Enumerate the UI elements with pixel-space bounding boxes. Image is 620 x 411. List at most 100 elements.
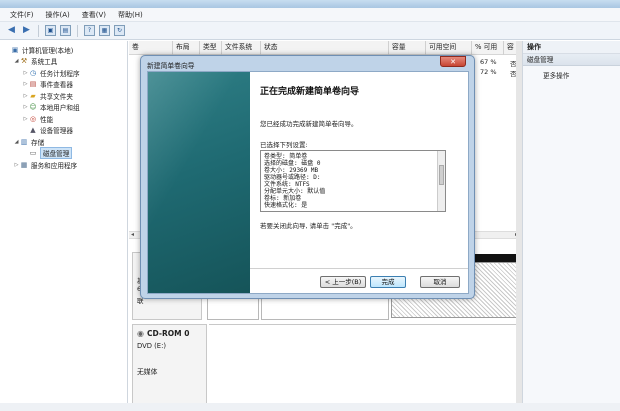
navigation-tree: ▣ 计算机管理(本地) ◢ ⚒ 系统工具 ▷ ◷ 任务计划程序 ▷ ▤ 事件查看器 ▷ ▰ 共享文件夹 ▷ ☺… [0, 41, 128, 411]
folder-icon: ▰ [30, 91, 36, 100]
wizard-settings-list[interactable]: 卷类型: 简单卷 选择的磁盘: 磁盘 0 卷大小: 29369 MB 驱动器号或路径:… [260, 150, 446, 212]
settings-scrollbar[interactable] [437, 151, 445, 211]
forward-arrow-icon[interactable]: ▶ [21, 25, 32, 36]
more-actions-link[interactable]: 更多操作 [523, 70, 620, 80]
cdrom-title-text: CD-ROM 0 [146, 329, 190, 338]
event-icon: ▤ [29, 80, 37, 89]
toolbar-separator [38, 24, 39, 37]
settings-lines: 卷类型: 简单卷 选择的磁盘: 磁盘 0 卷大小: 29369 MB 驱动器号或路径:… [264, 153, 325, 209]
cdrom-title: ◉ CD-ROM 0 [137, 329, 202, 338]
col-volume[interactable]: 卷 [129, 41, 173, 55]
wizard-close-button[interactable]: ✕ [440, 56, 466, 67]
col-filesystem[interactable]: 文件系统 [222, 41, 261, 55]
col-free-space[interactable]: 可用空间 [426, 41, 472, 55]
menu-bar: 文件(F) 操作(A) 查看(V) 帮助(H) [0, 8, 620, 22]
clock-icon: ◷ [29, 68, 37, 77]
tree-item-label: 事件查看器 [40, 81, 73, 90]
col-capacity[interactable]: 容量 [389, 41, 426, 55]
cdrom-drive: DVD (E:) [137, 342, 167, 350]
tree-item[interactable]: ▷ ▰ 共享文件夹 [0, 90, 127, 102]
tree-item-label: 设备管理器 [40, 127, 73, 136]
percent-free-value: 67 % [480, 58, 497, 66]
tree-item-label: 存储 [31, 138, 45, 147]
expand-arrow-icon[interactable]: ◢ [13, 139, 20, 145]
col-layout[interactable]: 布局 [173, 41, 200, 55]
wizard-body: 正在完成新建简单卷向导 您已经成功完成新建简单卷向导。 已选择下列设置: 卷类型… [147, 71, 469, 294]
tree-item[interactable]: ▭ 磁盘管理 [0, 147, 127, 160]
toolbar-separator [77, 24, 78, 37]
expand-arrow-icon[interactable]: ▷ [22, 104, 29, 110]
menu-action[interactable]: 操作(A) [46, 10, 70, 20]
menu-file[interactable]: 文件(F) [10, 10, 34, 20]
cdrom-media-status: 无媒体 [137, 368, 158, 376]
expand-arrow-icon[interactable]: ▷ [13, 162, 20, 168]
scroll-left-arrow-icon[interactable]: ◂ [131, 231, 134, 238]
wizard-banner-image [148, 72, 250, 293]
tree-item-label: 任务计划程序 [40, 69, 80, 78]
tree-item[interactable]: ▷ ◎ 性能 [0, 113, 127, 125]
back-button[interactable]: < 上一步(B) [320, 276, 366, 288]
cdrom-icon: ◉ [137, 329, 144, 338]
actions-header: 操作 [523, 41, 620, 54]
show-hide-tree-icon[interactable]: ▤ [60, 25, 71, 36]
cdrom-partition-area [209, 324, 522, 411]
setting-line: 驱动器号或路径: D: [264, 174, 321, 181]
performance-icon: ◎ [29, 114, 37, 123]
tree-item-label: 计算机管理(本地) [22, 46, 74, 55]
tree-item-label: 本地用户和组 [40, 104, 80, 113]
actions-section-disk-management[interactable]: 磁盘管理 [523, 54, 620, 66]
col-percent-free[interactable]: % 可用 [472, 41, 504, 55]
menu-view[interactable]: 查看(V) [82, 10, 106, 20]
tree-item[interactable]: ▷ ◷ 任务计划程序 [0, 67, 127, 79]
setting-line: 选择的磁盘: 磁盘 0 [264, 160, 321, 167]
tree-item[interactable]: ▲ 设备管理器 [0, 125, 127, 137]
tree-item-label: 服务和应用程序 [31, 161, 78, 170]
actions-pane: 操作 磁盘管理 更多操作 [522, 41, 620, 411]
settings-scroll-thumb[interactable] [439, 165, 444, 185]
tree-item[interactable]: ▷ ▦ 服务和应用程序 [0, 159, 127, 171]
toolbar: ◀ ▶ ▣ ▤ ? ▦ ↻ [0, 22, 620, 40]
window-title-bar [0, 0, 620, 8]
tree-item[interactable]: ◢ ▥ 存储 [0, 136, 127, 148]
partition-block[interactable] [261, 296, 389, 320]
close-icon: ✕ [450, 58, 456, 66]
setting-line: 卷类型: 简单卷 [264, 153, 308, 160]
tree-item[interactable]: ▷ ☺ 本地用户和组 [0, 102, 127, 114]
storage-icon: ▥ [20, 137, 28, 146]
tree-item-label: 系统工具 [31, 58, 58, 67]
tools-icon: ⚒ [20, 57, 28, 66]
tree-item[interactable]: ◢ ⚒ 系统工具 [0, 56, 127, 68]
setting-line: 文件系统: NTFS [264, 181, 310, 188]
expand-arrow-icon[interactable]: ▷ [22, 70, 29, 76]
partition-block[interactable] [207, 296, 259, 320]
setting-line: 分配单元大小: 默认值 [264, 188, 326, 195]
status-bar [0, 403, 620, 411]
col-status[interactable]: 状态 [261, 41, 389, 55]
finish-button[interactable]: 完成 [370, 276, 406, 288]
cdrom-0-label[interactable]: ◉ CD-ROM 0 DVD (E:) 无媒体 [132, 324, 207, 411]
expand-arrow-icon[interactable]: ◢ [13, 58, 20, 64]
tree-item[interactable]: ▣ 计算机管理(本地) [0, 44, 127, 56]
services-icon: ▦ [20, 160, 28, 169]
col-type[interactable]: 类型 [200, 41, 222, 55]
back-arrow-icon[interactable]: ◀ [6, 25, 17, 36]
expand-arrow-icon[interactable]: ▷ [22, 116, 29, 122]
properties-icon[interactable]: ▦ [99, 25, 110, 36]
expand-arrow-icon[interactable]: ▷ [22, 81, 29, 87]
users-icon: ☺ [29, 103, 37, 112]
refresh-icon[interactable]: ↻ [114, 25, 125, 36]
wizard-divider [250, 268, 468, 269]
cancel-button[interactable]: 取消 [420, 276, 460, 288]
wizard-done-text: 您已经成功完成新建简单卷向导。 [260, 120, 358, 128]
up-folder-icon[interactable]: ▣ [45, 25, 56, 36]
help-icon[interactable]: ? [84, 25, 95, 36]
menu-help[interactable]: 帮助(H) [118, 10, 143, 20]
wizard-chosen-label: 已选择下列设置: [260, 141, 308, 149]
tree-item-label: 性能 [40, 115, 54, 124]
setting-line: 快速格式化: 是 [264, 202, 308, 209]
tree-item-label: 共享文件夹 [40, 92, 73, 101]
percent-free-value: 72 % [480, 68, 497, 76]
volume-list-header: 卷 布局 类型 文件系统 状态 容量 可用空间 % 可用 容 [129, 41, 522, 55]
tree-item[interactable]: ▷ ▤ 事件查看器 [0, 79, 127, 91]
expand-arrow-icon[interactable]: ▷ [22, 93, 29, 99]
